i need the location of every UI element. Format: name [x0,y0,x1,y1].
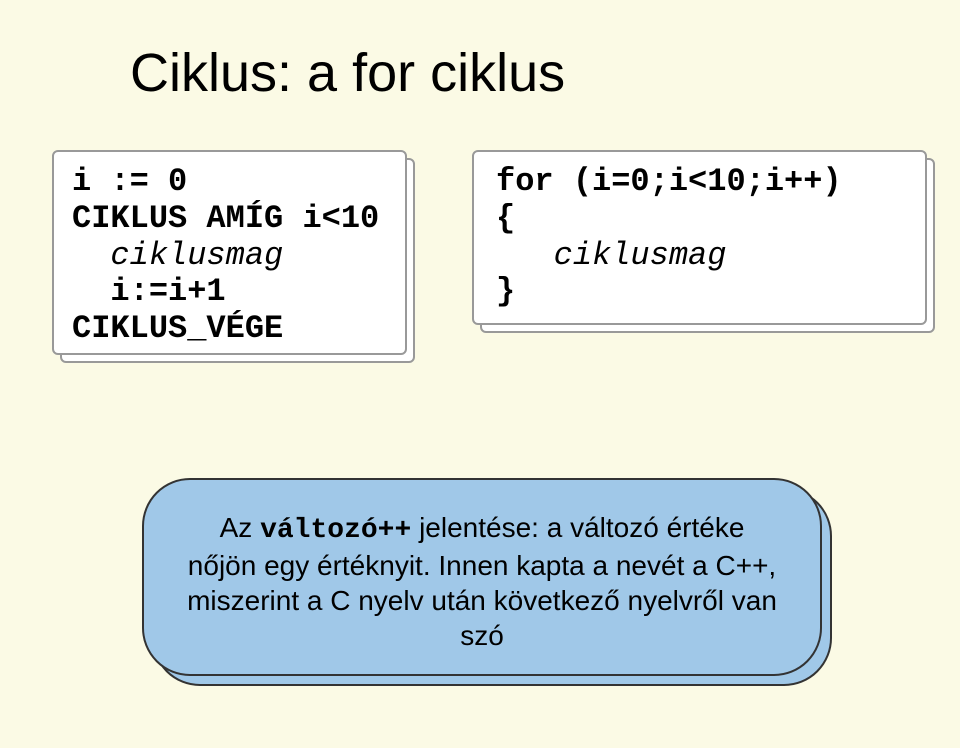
note-callout: Az változó++ jelentése: a változó értéke… [142,478,822,676]
pseudocode-line: i:=i+1 [72,274,387,311]
pseudocode-box: i := 0 CIKLUS AMÍG i<10 ciklusmag i:=i+1… [52,150,407,355]
pseudocode-line: i := 0 [72,164,387,201]
ccode-line: } [496,274,903,311]
pseudocode-line: CIKLUS AMÍG i<10 [72,201,387,238]
pseudocode-line: ciklusmag [72,238,387,275]
note-bold: változó++ [260,515,411,546]
slide-title: Ciklus: a for ciklus [130,42,565,104]
note-body: Az változó++ jelentése: a változó értéke… [142,478,822,676]
ccode-line: ciklusmag [496,238,903,275]
ccode-line: { [496,201,903,238]
ccode-box: for (i=0;i<10;i++) { ciklusmag } [472,150,927,325]
pseudocode-line: CIKLUS_VÉGE [72,311,387,348]
note-prefix: Az [220,512,260,543]
ccode-line: for (i=0;i<10;i++) [496,164,903,201]
